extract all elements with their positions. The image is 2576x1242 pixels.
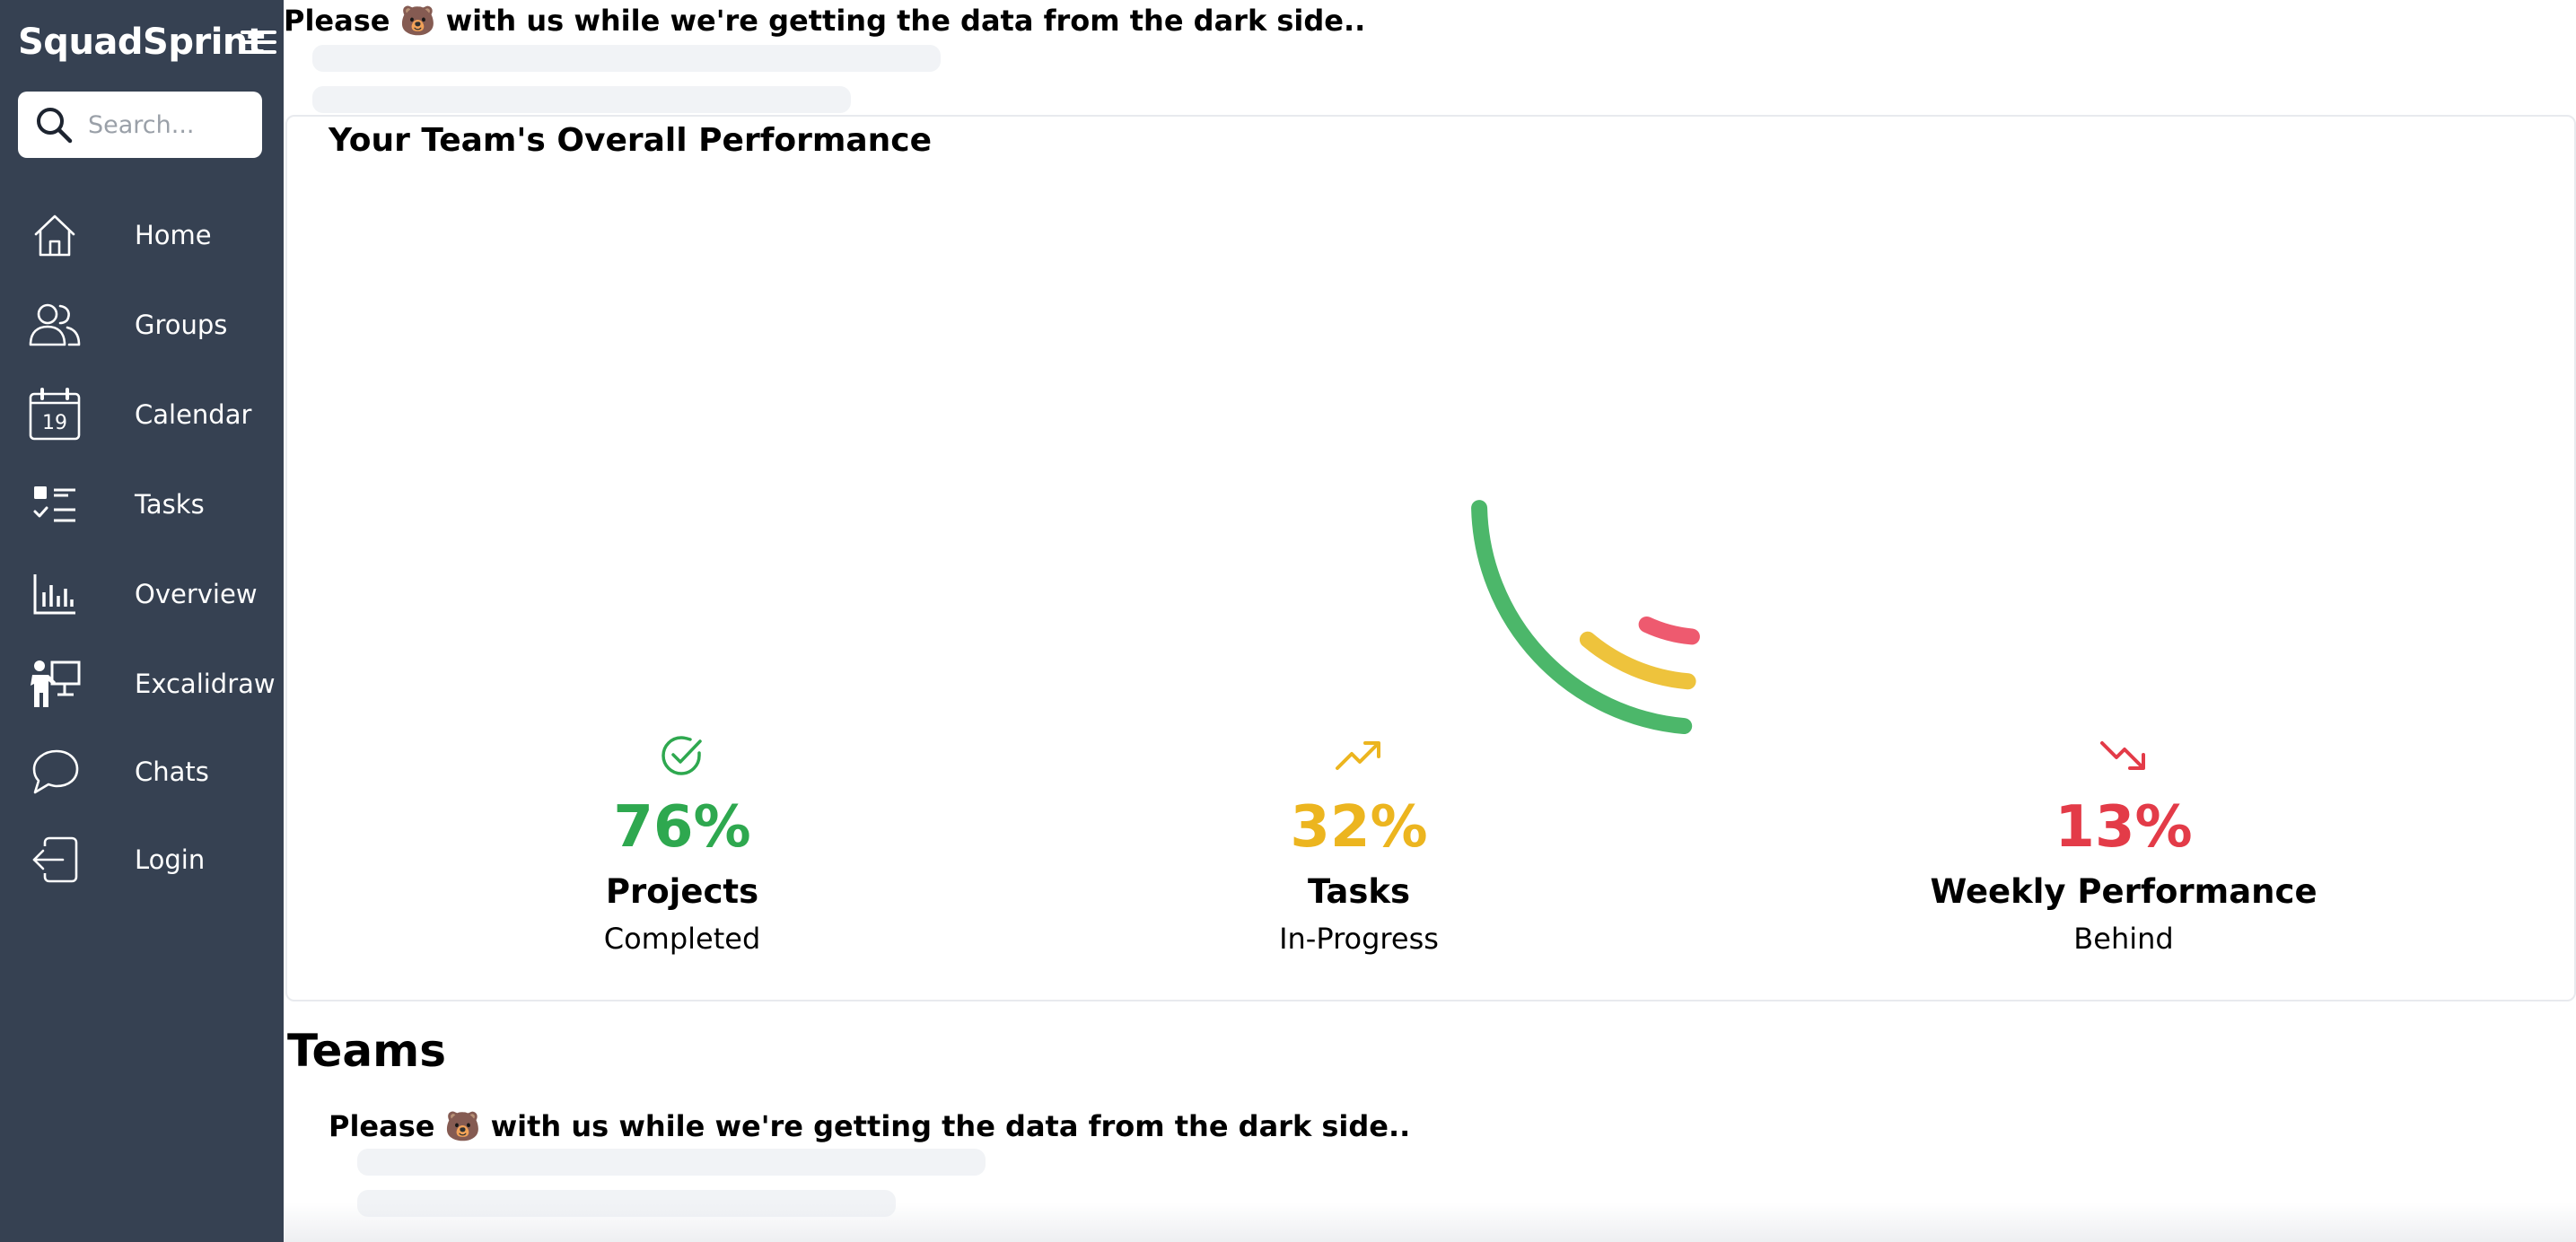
sidebar-item-chats[interactable]: Chats <box>27 736 269 808</box>
check-circle-icon <box>662 736 702 775</box>
stat-sub: In-Progress <box>1279 922 1439 956</box>
projects-arc <box>1471 500 1693 735</box>
search-input[interactable] <box>86 109 248 140</box>
chat-icon <box>27 744 83 800</box>
sidebar-item-label: Groups <box>135 310 228 340</box>
sidebar-item-label: Calendar <box>135 399 252 430</box>
teams-loading-message: Please 🐻 with us while we're getting the… <box>329 1109 1411 1143</box>
calendar-icon: 19 <box>27 387 83 442</box>
sidebar-item-label: Login <box>135 844 206 875</box>
tasks-icon <box>27 477 83 532</box>
loading-skeleton-bar <box>357 1149 986 1176</box>
stat-projects: 76% Projects Completed <box>413 727 951 956</box>
sidebar-item-excalidraw[interactable]: Excalidraw <box>27 648 276 720</box>
sidebar-item-label: Excalidraw <box>135 669 276 699</box>
performance-card: Your Team's Overall Performance 76% Proj… <box>285 115 2576 1001</box>
loading-skeleton-bar <box>312 86 851 113</box>
sidebar-item-label: Overview <box>135 579 258 609</box>
stat-weekly-performance: 13% Weekly Performance Behind <box>1854 727 2393 956</box>
bar-chart-icon <box>27 566 83 622</box>
sidebar-item-label: Home <box>135 220 212 250</box>
weekly-performance-arc <box>1638 616 1700 645</box>
sidebar-item-login[interactable]: Login <box>27 824 269 896</box>
loading-message: Please 🐻 with us while we're getting the… <box>284 4 1366 38</box>
brand-logo[interactable]: SquadSprint <box>18 22 265 63</box>
sidebar-item-groups[interactable]: Groups <box>27 289 269 361</box>
search-box <box>18 92 262 158</box>
loading-skeleton-bar <box>312 45 941 72</box>
sidebar-item-label: Tasks <box>135 489 205 520</box>
login-icon <box>27 832 83 888</box>
sidebar-item-tasks[interactable]: Tasks <box>27 468 269 540</box>
stat-name: Tasks <box>1307 872 1411 911</box>
sidebar-item-calendar[interactable]: 19 Calendar <box>27 379 269 450</box>
stat-tasks: 32% Tasks In-Progress <box>1090 727 1628 956</box>
home-icon <box>27 207 83 263</box>
menu-toggle-icon[interactable] <box>241 31 276 61</box>
search-icon <box>37 108 73 144</box>
tasks-arc <box>1579 631 1696 690</box>
calendar-day-text: 19 <box>42 412 67 434</box>
stat-name: Weekly Performance <box>1930 872 2318 911</box>
stat-sub: Behind <box>2073 922 2174 956</box>
sidebar-item-label: Chats <box>135 757 209 787</box>
sidebar: SquadSprint Home <box>0 0 284 1242</box>
stat-sub: Completed <box>603 922 761 956</box>
teams-heading: Teams <box>287 1025 446 1077</box>
sidebar-item-overview[interactable]: Overview <box>27 558 269 630</box>
trending-up-icon <box>1336 741 1380 770</box>
stat-name: Projects <box>605 872 759 911</box>
stat-value: 13% <box>2055 794 2193 861</box>
sidebar-item-home[interactable]: Home <box>27 199 269 271</box>
trending-down-icon <box>2100 741 2145 770</box>
stat-value: 76% <box>613 794 751 861</box>
stat-value: 32% <box>1290 794 1428 861</box>
performance-title: Your Team's Overall Performance <box>329 122 933 159</box>
presenter-icon <box>27 656 83 712</box>
users-icon <box>27 297 83 353</box>
